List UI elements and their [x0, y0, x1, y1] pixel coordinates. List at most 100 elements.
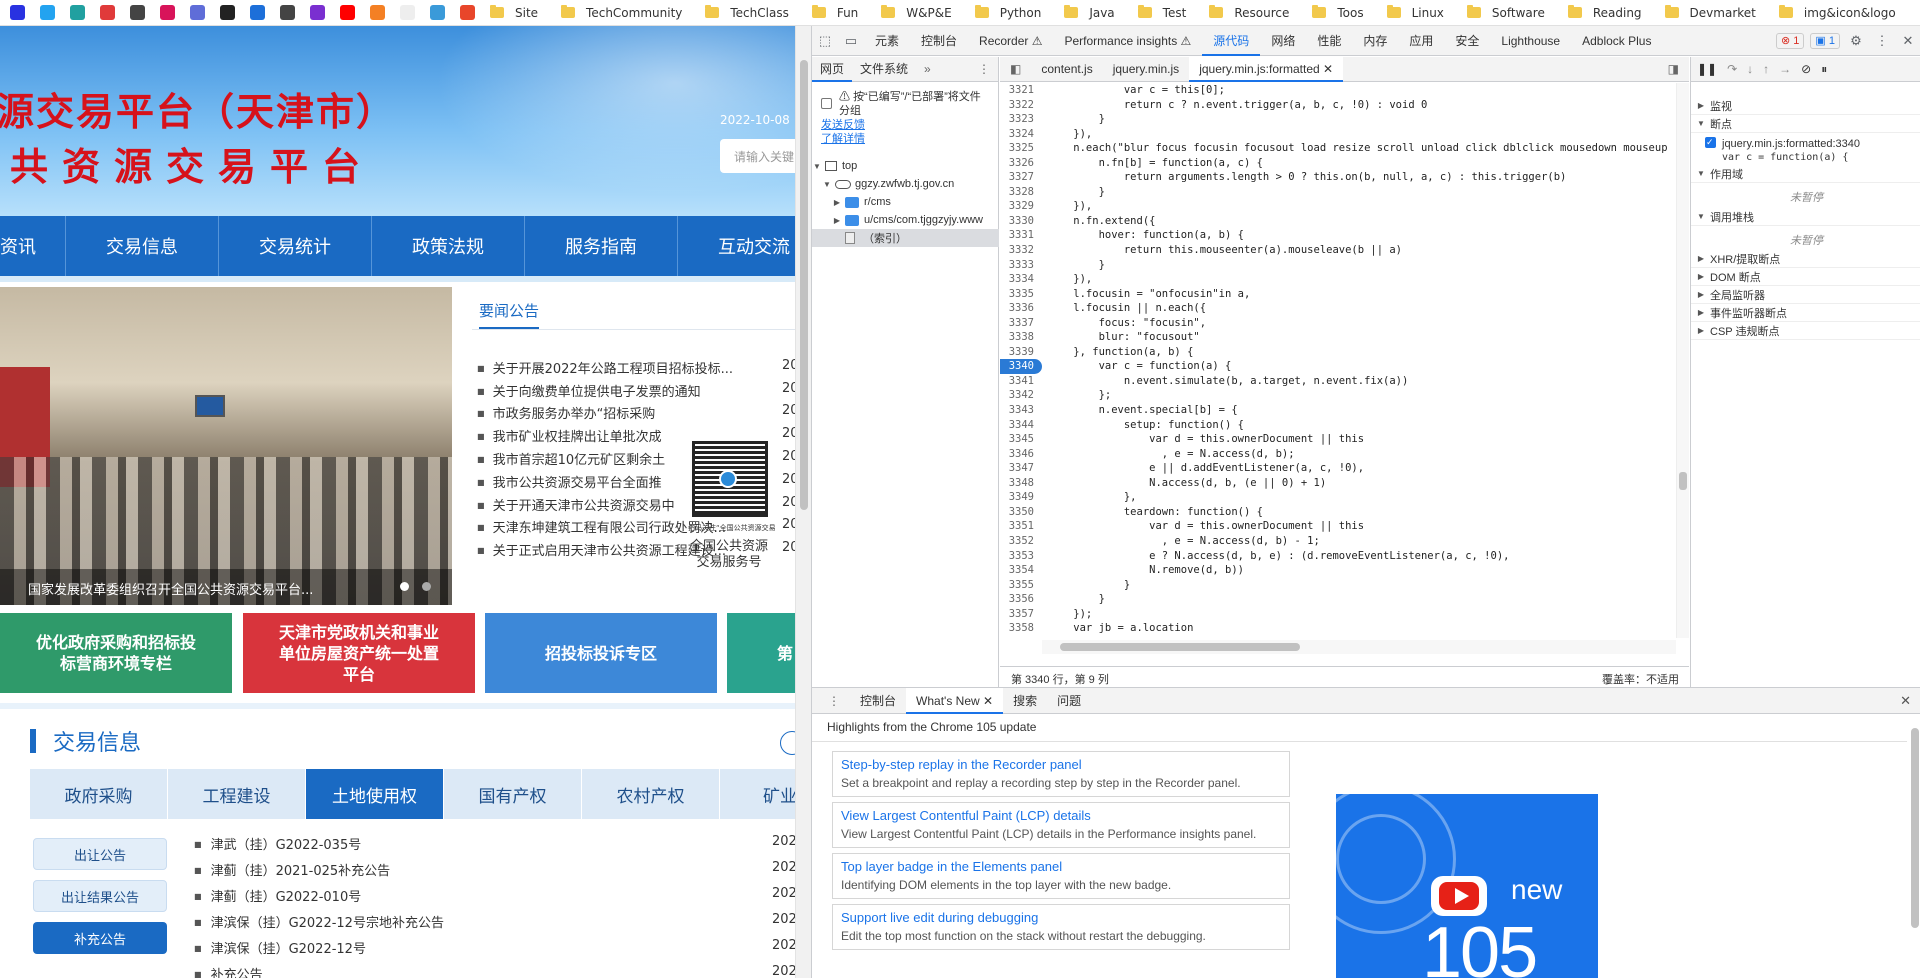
close-tab-icon[interactable]: ✕ [1323, 62, 1333, 76]
slider-dot-2[interactable] [422, 582, 431, 591]
whats-new-card[interactable]: View Largest Contentful Paint (LCP) deta… [832, 802, 1290, 848]
code-line[interactable]: 3327 return arguments.length > 0 ? this.… [1000, 170, 1689, 185]
code-line[interactable]: 3348 N.access(d, b, (e || 0) + 1) [1000, 476, 1689, 491]
flame-icon[interactable] [460, 5, 475, 20]
news-item[interactable]: 关于向缴费单位提供电子发票的通知 [477, 381, 701, 400]
line-number[interactable]: 3352 [1000, 534, 1042, 549]
code-line[interactable]: 3338 blur: "focusout" [1000, 330, 1689, 345]
drawer-tab-whats-new[interactable]: What's New ✕ [906, 687, 1004, 714]
promo-banner[interactable]: 第 [727, 613, 795, 693]
line-number[interactable]: 3350 [1000, 505, 1042, 520]
trade-list-item[interactable]: 津蓟（挂）2021-025补充公告 [194, 860, 391, 879]
devtools-tab[interactable]: 源代码 [1202, 26, 1261, 56]
bookmark-folder[interactable]: Resource [1209, 5, 1289, 20]
devtools-tab[interactable]: Recorder ⚠ [968, 26, 1053, 56]
line-number[interactable]: 3355 [1000, 578, 1042, 593]
csp-breakpoints-section[interactable]: ▶ CSP 违规断点 [1691, 322, 1920, 340]
nav-item[interactable]: 政策法规 [372, 216, 525, 276]
code-line[interactable]: 3345 var d = this.ownerDocument || this [1000, 432, 1689, 447]
line-number[interactable]: 3334 [1000, 272, 1042, 287]
line-number[interactable]: 3358 [1000, 621, 1042, 636]
line-number[interactable]: 3357 [1000, 607, 1042, 622]
devtools-tab[interactable]: 网络 [1260, 26, 1306, 56]
settings-gear-icon[interactable]: ⚙ [1843, 26, 1869, 56]
devtools-tab[interactable]: 性能 [1306, 26, 1352, 56]
line-number[interactable]: 3359 [1000, 636, 1042, 638]
breakpoint-checkbox[interactable] [1705, 135, 1716, 149]
line-number[interactable]: 3338 [1000, 330, 1042, 345]
trade-side-button[interactable]: 补充公告 [33, 922, 167, 954]
code-line[interactable]: 3321 var c = this[0]; [1000, 83, 1689, 98]
bookmark-folder[interactable]: Devmarket [1664, 5, 1756, 20]
learn-more-link[interactable]: 了解详情 [821, 132, 991, 146]
code-line[interactable]: 3324 }), [1000, 127, 1689, 142]
code-line[interactable]: 3331 hover: function(a, b) { [1000, 228, 1689, 243]
pause-on-exceptions-icon[interactable]: ⏸ [1821, 62, 1827, 77]
code-line[interactable]: 3336 l.focusin || n.each({ [1000, 301, 1689, 316]
line-number[interactable]: 3345 [1000, 432, 1042, 447]
code-line[interactable]: 3326 n.fn[b] = function(a, c) { [1000, 156, 1689, 171]
line-number[interactable]: 3336 [1000, 301, 1042, 316]
line-number[interactable]: 3343 [1000, 403, 1042, 418]
trade-tab[interactable]: 土地使用权 [306, 769, 444, 819]
tab-filesystem[interactable]: 文件系统 [852, 57, 916, 82]
whats-new-title[interactable]: Step-by-step replay in the Recorder pane… [841, 757, 1281, 772]
code-line[interactable]: 3354 N.remove(d, b)) [1000, 563, 1689, 578]
news-item[interactable]: 我市首宗超10亿元矿区剩余土 [477, 449, 666, 468]
trade-tab[interactable]: 农村产权 [582, 769, 720, 819]
bookmark-folder[interactable]: Site [490, 5, 538, 20]
trade-side-button[interactable]: 出让结果公告 [33, 880, 167, 912]
red-app-icon[interactable] [100, 5, 115, 20]
slider-dot-1[interactable] [400, 582, 409, 591]
line-number[interactable]: 3346 [1000, 447, 1042, 462]
devtools-tab[interactable]: Lighthouse [1490, 26, 1571, 56]
xhr-breakpoints-section[interactable]: ▶ XHR/提取断点 [1691, 250, 1920, 268]
step-icon[interactable]: → [1779, 62, 1791, 76]
whats-new-card[interactable]: Top layer badge in the Elements panel Ide… [832, 853, 1290, 899]
code-line[interactable]: 3337 focus: "focusin", [1000, 316, 1689, 331]
code-line[interactable]: 3341 n.event.simulate(b, a.target, n.eve… [1000, 374, 1689, 389]
trade-side-button[interactable]: 出让公告 [33, 838, 167, 870]
line-number[interactable]: 3341 [1000, 374, 1042, 389]
line-number[interactable]: 3354 [1000, 563, 1042, 578]
devtools-tab[interactable]: Adblock Plus [1571, 26, 1662, 56]
code-line[interactable]: 3339 }, function(a, b) { [1000, 345, 1689, 360]
promo-banner[interactable]: 招投标投诉专区 [485, 613, 717, 693]
tree-item-folder[interactable]: ▶ r/cms [812, 193, 999, 211]
site-search-input[interactable]: 请输入关键 [720, 139, 795, 173]
line-number[interactable]: 3349 [1000, 490, 1042, 505]
bookmark-folder[interactable]: TechCommunity [561, 5, 682, 20]
bookmark-folder[interactable]: Software [1466, 5, 1545, 20]
line-number[interactable]: 3335 [1000, 287, 1042, 302]
code-line[interactable]: 3353 e ? N.access(d, b, e) : (d.removeEv… [1000, 549, 1689, 564]
trade-tab[interactable]: 工程建设 [168, 769, 306, 819]
scope-section[interactable]: ▼ 作用域 [1691, 165, 1920, 183]
code-line[interactable]: 3351 var d = this.ownerDocument || this [1000, 519, 1689, 534]
send-feedback-link[interactable]: 发送反馈 [821, 118, 991, 132]
event-listener-breakpoints-section[interactable]: ▶ 事件监听器断点 [1691, 304, 1920, 322]
k-app-icon[interactable] [250, 5, 265, 20]
code-line[interactable]: 3330 n.fn.extend({ [1000, 214, 1689, 229]
trade-tab[interactable]: 矿业权 [720, 769, 795, 819]
bookmark-folder[interactable]: Fun [811, 5, 858, 20]
more-menu-icon[interactable]: ⋮ [1869, 26, 1895, 56]
line-number[interactable]: 3348 [1000, 476, 1042, 491]
trade-tab[interactable]: 政府采购 [30, 769, 168, 819]
close-drawer-icon[interactable]: ✕ [1900, 693, 1911, 709]
toggle-debugger-icon[interactable]: ◨ [1658, 57, 1689, 82]
call-stack-section[interactable]: ▼ 调用堆栈 [1691, 208, 1920, 226]
devtools-tab[interactable]: 控制台 [910, 26, 968, 56]
step-over-icon[interactable]: ↷ [1727, 62, 1737, 76]
drawer-tab-search[interactable]: 搜索 [1003, 688, 1047, 714]
whats-new-title[interactable]: Support live edit during debugging [841, 910, 1281, 925]
news-tab-headlines[interactable]: 要闻公告 [479, 300, 540, 329]
trade-list-item[interactable]: 补充公告 [194, 964, 263, 978]
device-toggle-icon[interactable]: ▭ [838, 26, 864, 56]
circle-p-icon[interactable] [70, 5, 85, 20]
code-line[interactable]: 3323 } [1000, 112, 1689, 127]
purple-app-icon[interactable] [310, 5, 325, 20]
editor-tab-jquery-min[interactable]: jquery.min.js [1103, 57, 1189, 82]
step-into-icon[interactable]: ↓ [1747, 62, 1753, 76]
trade-list-item[interactable]: 津蓟（挂）G2022-010号 [194, 886, 362, 905]
close-devtools-icon[interactable]: ✕ [1895, 26, 1920, 56]
